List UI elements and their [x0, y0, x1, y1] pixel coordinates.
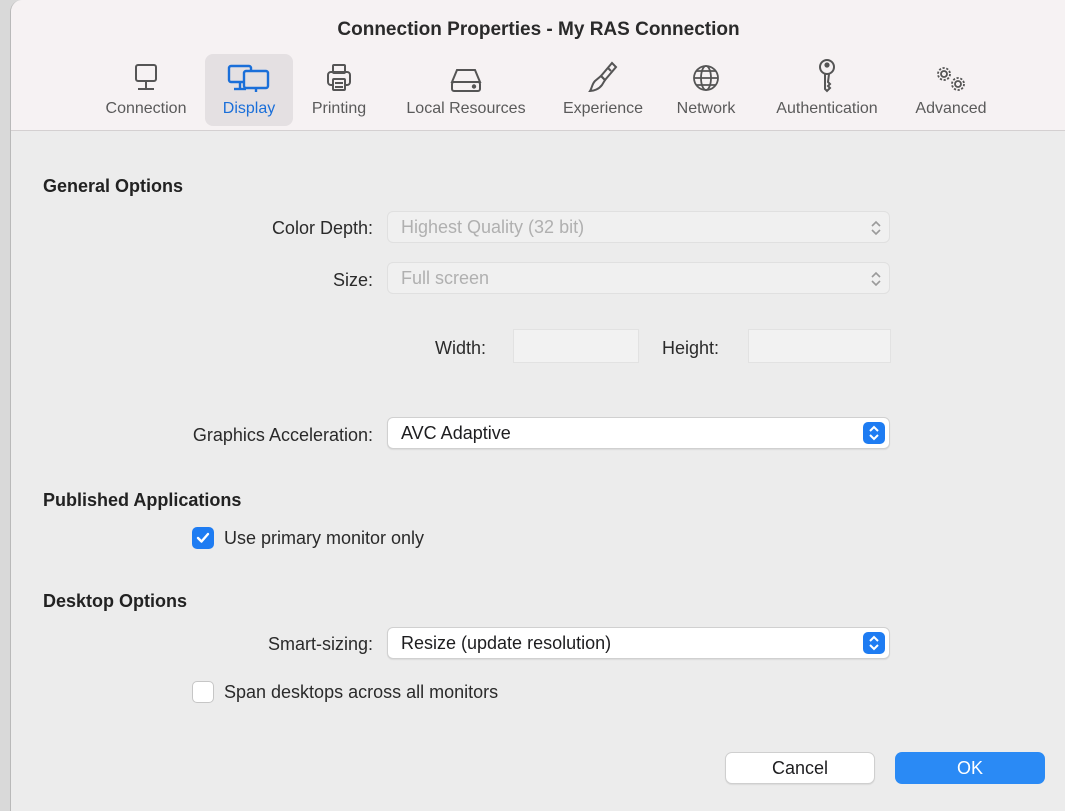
tab-printing[interactable]: Printing [301, 54, 377, 126]
published-applications-heading: Published Applications [43, 490, 242, 510]
span-desktops-checkbox[interactable] [192, 681, 214, 703]
cancel-button[interactable]: Cancel [725, 752, 875, 784]
tab-display[interactable]: Display [205, 54, 293, 126]
size-value: Full screen [401, 267, 490, 288]
general-options-heading: General Options [43, 176, 184, 196]
desktop-options-heading: Desktop Options [43, 591, 188, 611]
tab-label: Authentication [776, 100, 878, 117]
graphics-acceleration-value: AVC Adaptive [401, 422, 511, 443]
tab-label: Display [222, 100, 276, 117]
tab-local-resources[interactable]: Local Resources [391, 54, 541, 126]
display-settings-pane: General Options Color Depth: Highest Qua… [11, 131, 1065, 811]
height-label: Height: [662, 338, 720, 358]
toolbar: Connection Properties - My RAS Connectio… [11, 0, 1065, 131]
size-select[interactable]: Full screen [387, 262, 890, 294]
smart-sizing-value: Resize (update resolution) [401, 632, 612, 653]
chevron-updown-icon [863, 632, 885, 654]
tab-label: Advanced [915, 100, 987, 117]
width-label: Width: [435, 338, 487, 358]
displays-icon [227, 54, 271, 94]
tab-connection[interactable]: Connection [91, 54, 201, 126]
smart-sizing-label: Smart-sizing: [267, 634, 373, 654]
width-field[interactable] [513, 329, 639, 363]
tab-advanced[interactable]: Advanced [905, 54, 997, 126]
drive-icon [449, 54, 483, 94]
printer-icon [326, 54, 352, 94]
primary-monitor-label[interactable]: Use primary monitor only [224, 528, 424, 549]
smart-sizing-select[interactable]: Resize (update resolution) [387, 627, 890, 659]
tab-experience[interactable]: Experience [551, 54, 655, 126]
color-depth-value: Highest Quality (32 bit) [401, 216, 585, 237]
tab-authentication[interactable]: Authentication [759, 54, 895, 126]
globe-icon [691, 54, 721, 94]
chevron-updown-icon [863, 422, 885, 444]
tab-bar: Connection Display Printing Local Resour… [11, 54, 1065, 126]
connection-properties-window: Connection Properties - My RAS Connectio… [10, 0, 1065, 811]
paintbrush-icon [588, 54, 618, 94]
span-desktops-label[interactable]: Span desktops across all monitors [224, 682, 498, 703]
monitor-icon [133, 54, 159, 94]
tab-label: Network [676, 100, 736, 117]
chevron-updown-icon [871, 220, 881, 236]
window-title: Connection Properties - My RAS Connectio… [337, 19, 740, 40]
chevron-updown-icon [871, 271, 881, 287]
graphics-acceleration-select[interactable]: AVC Adaptive [387, 417, 890, 449]
key-icon [815, 54, 839, 94]
color-depth-select[interactable]: Highest Quality (32 bit) [387, 211, 890, 243]
size-label: Size: [332, 270, 373, 290]
color-depth-label: Color Depth: [271, 218, 373, 238]
tab-label: Connection [105, 100, 187, 117]
ok-button[interactable]: OK [895, 752, 1045, 784]
height-field[interactable] [748, 329, 891, 363]
primary-monitor-checkbox[interactable] [192, 527, 214, 549]
tab-label: Printing [311, 100, 367, 117]
graphics-acceleration-label: Graphics Acceleration: [192, 425, 373, 445]
tab-label: Experience [562, 100, 644, 117]
tab-label: Local Resources [406, 100, 526, 117]
tab-network[interactable]: Network [667, 54, 745, 126]
checkmark-icon [196, 532, 210, 543]
gears-icon [931, 54, 971, 94]
